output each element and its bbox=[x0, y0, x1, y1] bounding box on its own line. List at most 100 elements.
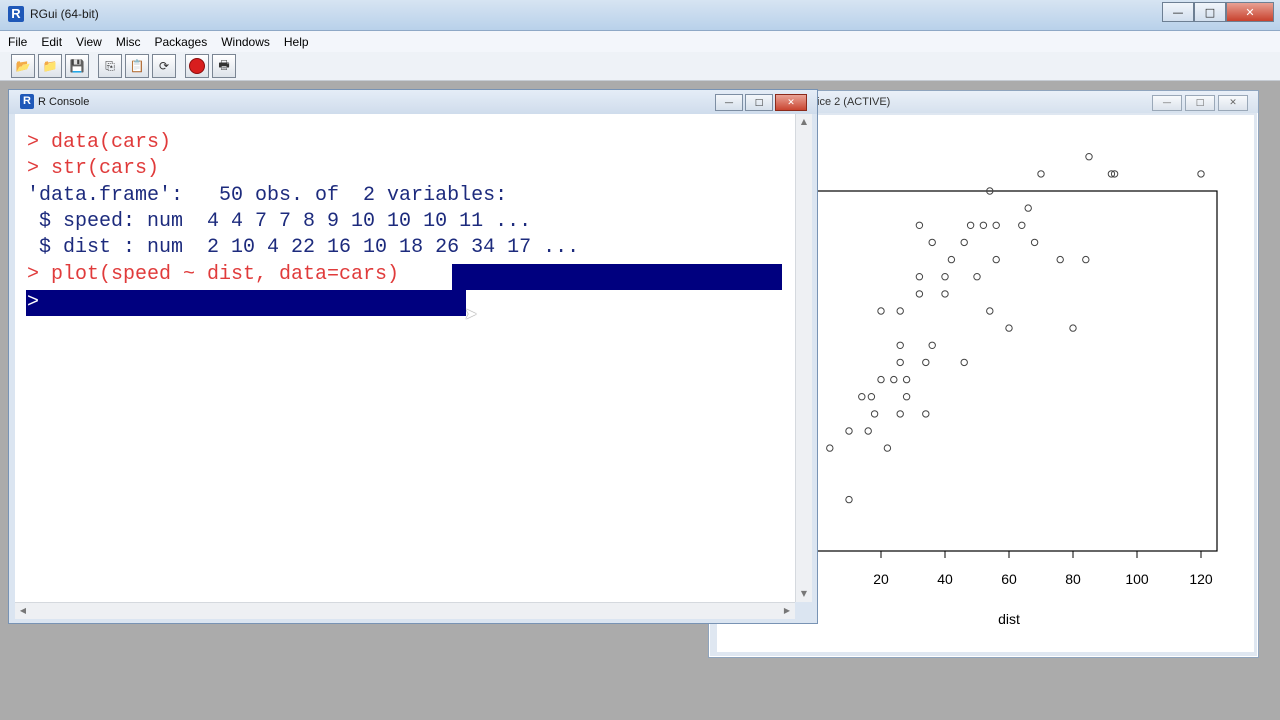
data-point bbox=[890, 375, 898, 384]
main-title-bar[interactable]: R RGui (64-bit) — □ ✕ bbox=[0, 0, 1280, 31]
data-point bbox=[973, 273, 981, 281]
x-axis-ticks: 20 40 60 80 100 120 bbox=[873, 551, 1213, 587]
scroll-down-icon[interactable]: ▼ bbox=[796, 586, 812, 602]
data-point bbox=[992, 221, 1000, 230]
x-tick-label: 40 bbox=[937, 571, 953, 587]
paste-icon[interactable]: 📋 bbox=[125, 54, 149, 78]
console-close-button[interactable]: ✕ bbox=[775, 94, 807, 111]
maximize-button[interactable]: □ bbox=[1194, 2, 1226, 22]
console-title-bar[interactable]: R R Console — □ ✕ bbox=[9, 90, 817, 114]
save-workspace-icon[interactable]: 💾 bbox=[65, 54, 89, 78]
menu-help[interactable]: Help bbox=[284, 35, 309, 49]
points-group bbox=[826, 153, 1205, 504]
close-button[interactable]: ✕ bbox=[1226, 2, 1274, 22]
print-icon[interactable]: 🖶 bbox=[212, 54, 236, 78]
data-point bbox=[896, 410, 904, 418]
data-point bbox=[960, 358, 968, 367]
data-point bbox=[1037, 170, 1045, 178]
stop-icon[interactable] bbox=[185, 54, 209, 78]
data-point bbox=[896, 341, 904, 350]
data-point bbox=[915, 221, 924, 230]
console-line: > data(cars) bbox=[27, 131, 172, 154]
data-point bbox=[877, 307, 885, 315]
data-point bbox=[979, 221, 988, 230]
data-point bbox=[915, 273, 924, 281]
selection-highlight bbox=[452, 264, 782, 290]
graphics-window-controls: — □ ✕ bbox=[1152, 95, 1248, 111]
menu-packages[interactable]: Packages bbox=[155, 35, 208, 49]
menu-edit[interactable]: Edit bbox=[41, 35, 62, 49]
load-workspace-icon[interactable]: 📁 bbox=[38, 54, 62, 78]
data-point bbox=[1030, 238, 1039, 247]
x-tick-label: 80 bbox=[1065, 571, 1081, 587]
console-line: > str(cars) bbox=[27, 157, 160, 180]
data-point bbox=[1024, 204, 1032, 212]
data-point bbox=[845, 495, 853, 504]
data-point bbox=[826, 444, 834, 452]
data-point bbox=[992, 255, 1000, 264]
console-line: > plot(speed ~ dist, data=cars) bbox=[27, 263, 400, 286]
r-console-icon: R bbox=[20, 94, 34, 109]
data-point bbox=[858, 393, 866, 401]
data-point bbox=[902, 393, 911, 401]
data-point bbox=[928, 341, 936, 350]
r-app-icon: R bbox=[8, 6, 24, 22]
minimize-button[interactable]: — bbox=[1162, 2, 1194, 22]
menu-file[interactable]: File bbox=[8, 35, 27, 49]
toolbar: 📂 📁 💾 ⎘ 📋 ⟳ 🖶 bbox=[0, 52, 1280, 81]
mouse-cursor-icon: ➤ bbox=[464, 304, 478, 323]
open-script-icon[interactable]: 📂 bbox=[11, 54, 35, 78]
menu-misc[interactable]: Misc bbox=[116, 35, 141, 49]
data-point bbox=[960, 238, 968, 247]
data-point bbox=[922, 358, 930, 367]
data-point bbox=[1056, 255, 1064, 264]
x-tick-label: 120 bbox=[1189, 571, 1213, 587]
console-window-controls: — □ ✕ bbox=[715, 94, 807, 111]
copy-icon[interactable]: ⎘ bbox=[98, 54, 122, 78]
data-point bbox=[941, 290, 949, 298]
data-point bbox=[1069, 324, 1077, 332]
data-point bbox=[1082, 255, 1090, 264]
data-point bbox=[864, 427, 872, 435]
data-point bbox=[896, 307, 904, 315]
data-point bbox=[941, 273, 949, 281]
horizontal-scrollbar[interactable]: ◀ ▶ bbox=[15, 602, 795, 619]
console-maximize-button[interactable]: □ bbox=[745, 94, 773, 111]
data-point bbox=[1018, 221, 1026, 230]
data-point bbox=[947, 255, 956, 264]
console-minimize-button[interactable]: — bbox=[715, 94, 743, 111]
x-axis-label: dist bbox=[998, 611, 1020, 627]
data-point bbox=[1197, 170, 1205, 178]
menu-view[interactable]: View bbox=[76, 35, 102, 49]
stop-sign bbox=[189, 58, 205, 74]
r-console-window[interactable]: R R Console — □ ✕ > data(cars) > str(car… bbox=[8, 89, 818, 624]
x-tick-label: 60 bbox=[1001, 571, 1017, 587]
data-point bbox=[867, 393, 876, 401]
console-prompt[interactable]: > bbox=[27, 290, 39, 316]
plot-frame bbox=[816, 190, 1218, 552]
console-line: $ dist : num 2 10 4 22 16 10 18 26 34 17… bbox=[27, 236, 580, 259]
data-point bbox=[986, 307, 994, 315]
data-point bbox=[1005, 324, 1013, 332]
app-title: RGui (64-bit) bbox=[30, 7, 99, 21]
console-text-area[interactable]: > data(cars) > str(cars) 'data.frame': 5… bbox=[15, 114, 795, 602]
menu-windows[interactable]: Windows bbox=[221, 35, 270, 49]
data-point bbox=[902, 375, 911, 384]
scroll-up-icon[interactable]: ▲ bbox=[796, 114, 812, 130]
graphics-close-button[interactable]: ✕ bbox=[1218, 95, 1248, 111]
data-point bbox=[928, 238, 936, 247]
scroll-right-icon[interactable]: ▶ bbox=[779, 603, 795, 619]
data-point bbox=[915, 290, 924, 298]
copy-paste-icon[interactable]: ⟳ bbox=[152, 54, 176, 78]
menu-bar: File Edit View Misc Packages Windows Hel… bbox=[0, 31, 1280, 53]
selection-highlight bbox=[26, 290, 466, 316]
x-tick-label: 100 bbox=[1125, 571, 1149, 587]
graphics-maximize-button[interactable]: □ bbox=[1185, 95, 1215, 111]
graphics-title: ice 2 (ACTIVE) bbox=[817, 96, 891, 108]
scroll-left-icon[interactable]: ◀ bbox=[15, 603, 31, 619]
data-point bbox=[845, 427, 853, 435]
data-point bbox=[877, 375, 885, 384]
vertical-scrollbar[interactable]: ▲ ▼ bbox=[795, 114, 812, 602]
graphics-minimize-button[interactable]: — bbox=[1152, 95, 1182, 111]
data-point bbox=[922, 410, 930, 418]
